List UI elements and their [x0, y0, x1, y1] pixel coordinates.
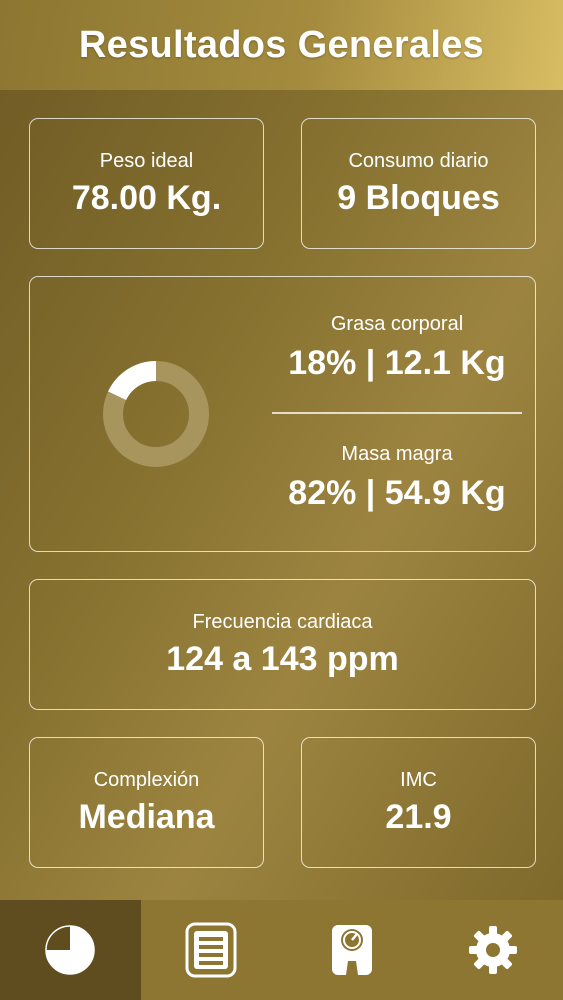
bmi-card: IMC 21.9 [301, 737, 536, 868]
daily-intake-card: Consumo diario 9 Bloques [301, 118, 536, 249]
page-title: Resultados Generales [78, 23, 485, 66]
nav-tab-settings[interactable] [422, 900, 563, 1000]
body-fat-value: 18% | 12.1 Kg [288, 344, 506, 382]
heart-rate-value: 124 a 143 ppm [166, 639, 399, 678]
nav-tab-scale[interactable] [282, 900, 423, 1000]
build-label: Complexión [93, 768, 200, 791]
body-composition-card: Grasa corporal 18% | 12.1 Kg Masa magra … [29, 276, 536, 552]
app-root: Resultados Generales Peso ideal 78.00 Kg… [0, 0, 563, 1000]
lean-mass-value: 82% | 54.9 Kg [288, 474, 506, 512]
body-fat-block: Grasa corporal 18% | 12.1 Kg [272, 313, 522, 383]
list-document-icon [185, 922, 237, 978]
ideal-weight-value: 78.00 Kg. [71, 178, 222, 217]
gear-icon [468, 926, 517, 974]
ideal-weight-label: Peso ideal [99, 149, 194, 172]
composition-divider [272, 412, 522, 414]
composition-details: Grasa corporal 18% | 12.1 Kg Masa magra … [272, 277, 522, 553]
nav-tab-data[interactable] [141, 900, 282, 1000]
heart-rate-card: Frecuencia cardiaca 124 a 143 ppm [29, 579, 536, 710]
lean-mass-label: Masa magra [341, 443, 453, 465]
body-composition-donut [103, 361, 209, 467]
bottom-nav [0, 900, 563, 1000]
donut-fat-segment [108, 361, 157, 401]
pie-chart-icon [45, 925, 96, 975]
ideal-weight-card: Peso ideal 78.00 Kg. [29, 118, 264, 249]
build-card: Complexión Mediana [29, 737, 264, 868]
daily-intake-value: 9 Bloques [337, 178, 500, 217]
daily-intake-label: Consumo diario [348, 149, 489, 172]
nav-tab-results[interactable] [0, 900, 141, 1000]
bmi-label: IMC [400, 768, 437, 791]
build-value: Mediana [78, 797, 215, 836]
heart-rate-label: Frecuencia cardiaca [192, 610, 373, 633]
body-fat-label: Grasa corporal [330, 313, 464, 335]
header-bar: Resultados Generales [0, 0, 563, 90]
bmi-value: 21.9 [385, 797, 452, 836]
lean-mass-block: Masa magra 82% | 54.9 Kg [272, 443, 522, 513]
scale-icon [331, 925, 372, 975]
